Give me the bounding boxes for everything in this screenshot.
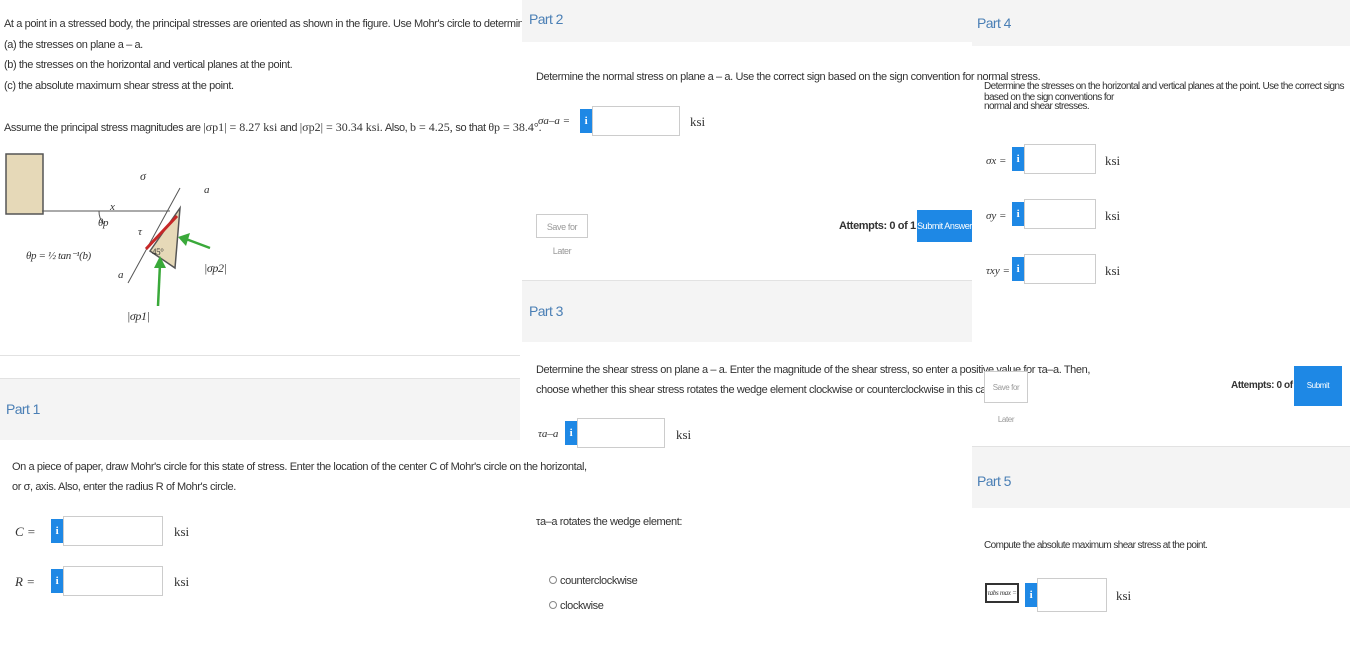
part4-instructions-line1: Determine the stresses on the horizontal… xyxy=(984,81,1344,103)
part5-header: Part 5 xyxy=(972,446,1350,508)
clockwise-radio[interactable] xyxy=(549,601,557,609)
part1-title: Part 1 xyxy=(6,401,40,417)
and-word: and xyxy=(279,122,298,134)
part1-c-unit: ksi xyxy=(174,524,190,539)
stress-figure: σ τ x θp a a 45° θp = ½ tan⁻¹(b) |σp1| |… xyxy=(5,153,227,323)
part3-tau-input[interactable] xyxy=(577,418,665,448)
part4-sx-unit: ksi xyxy=(1105,153,1121,168)
problem-assumption: Assume the principal stress magnitudes a… xyxy=(4,120,542,135)
part2-header: Part 2 xyxy=(522,0,972,42)
part4-txy-unit: ksi xyxy=(1105,263,1121,278)
sigma-p1-label: |σp1| xyxy=(127,309,150,323)
part4-title: Part 4 xyxy=(977,15,1011,31)
sp2-value: |σp2| = 30.34 ksi. xyxy=(299,120,383,134)
part3-unit: ksi xyxy=(676,427,692,442)
plane-a-top-label: a xyxy=(204,184,210,196)
counterclockwise-label[interactable]: counterclockwise xyxy=(560,575,638,587)
part1-r-input[interactable] xyxy=(63,566,163,596)
tau-label: τ xyxy=(138,226,143,238)
sigma-p1-arrow-shaft xyxy=(156,263,162,307)
plane-a-bottom-label: a xyxy=(118,269,124,281)
part4-save-for-later-button[interactable]: Save for Later xyxy=(984,371,1028,424)
part4-sx-input[interactable] xyxy=(1024,144,1096,174)
part3-rotates-text: τa–a rotates the wedge element: xyxy=(536,516,683,528)
section-divider xyxy=(0,355,520,356)
theta-formula: θp = ½ tan⁻¹(b) xyxy=(26,250,92,262)
part4-txy-input[interactable] xyxy=(1024,254,1096,284)
problem-item-a: (a) the stresses on plane a – a. xyxy=(4,39,143,51)
part2-save-for-later-button[interactable]: Save for Later xyxy=(536,214,588,256)
part2-submit-button[interactable]: Submit Answer xyxy=(917,210,972,242)
assume-lead: Assume the principal stress magnitudes a… xyxy=(4,122,201,134)
theta-p-label: θp xyxy=(98,217,109,229)
part4-sx-label: σx = xyxy=(986,155,1007,167)
part1-instructions-line1: On a piece of paper, draw Mohr's circle … xyxy=(12,461,587,473)
part3-title: Part 3 xyxy=(529,303,563,319)
part1-r-info-icon[interactable]: i xyxy=(51,569,63,593)
part4-submit-button[interactable]: Submit Answer xyxy=(1294,366,1342,430)
part4-sy-input[interactable] xyxy=(1024,199,1096,229)
part1-header: Part 1 xyxy=(0,378,520,440)
part4-header: Part 4 xyxy=(972,0,1350,46)
part5-unit: ksi xyxy=(1116,588,1132,603)
part3-header: Part 3 xyxy=(522,280,972,342)
part1-c-info-icon[interactable]: i xyxy=(51,519,63,543)
part4-sy-unit: ksi xyxy=(1105,208,1121,223)
part5-info-icon[interactable]: i xyxy=(1025,583,1037,607)
part2-sigma-input[interactable] xyxy=(592,106,680,136)
also-word: Also, xyxy=(384,122,408,134)
part1-instructions-line2: or σ, axis. Also, enter the radius R of … xyxy=(12,481,236,493)
sigma-axis-label: σ xyxy=(140,169,147,183)
part1-r-unit: ksi xyxy=(174,574,190,589)
part4-sy-info-icon[interactable]: i xyxy=(1012,202,1024,226)
problem-item-b: (b) the stresses on the horizontal and v… xyxy=(4,59,293,71)
part1-r-label: R = xyxy=(15,574,35,589)
theta-value: θp = 38.4°. xyxy=(488,120,542,134)
sigma-p2-arrow-shaft xyxy=(185,237,211,250)
part4-txy-label: τxy = xyxy=(986,265,1010,277)
stress-element-block xyxy=(5,153,44,215)
part2-unit: ksi xyxy=(690,114,706,129)
part3-tau-label: τa–a xyxy=(538,428,559,440)
counterclockwise-radio[interactable] xyxy=(549,576,557,584)
x-label: x xyxy=(109,201,115,213)
part1-c-input[interactable] xyxy=(63,516,163,546)
part4-txy-info-icon[interactable]: i xyxy=(1012,257,1024,281)
problem-item-c: (c) the absolute maximum shear stress at… xyxy=(4,80,234,92)
part5-instructions: Compute the absolute maximum shear stres… xyxy=(984,540,1208,551)
part2-instructions: Determine the normal stress on plane a –… xyxy=(536,71,1041,83)
problem-intro: At a point in a stressed body, the princ… xyxy=(4,18,532,30)
part2-title: Part 2 xyxy=(529,11,563,27)
part2-sigma-label: σa–a = xyxy=(538,115,571,127)
so-that-word: so that xyxy=(455,122,486,134)
part3-instructions-line2: choose whether this shear stress rotates… xyxy=(536,384,1000,396)
part5-tau-input[interactable] xyxy=(1037,578,1107,612)
part1-c-label: C = xyxy=(15,524,36,539)
part5-tau-label: τabs max = xyxy=(985,583,1019,603)
angle-label: 45° xyxy=(152,247,164,257)
sigma-p2-label: |σp2| xyxy=(204,261,227,275)
part4-instructions-line2: normal and shear stresses. xyxy=(984,101,1090,112)
part3-info-icon[interactable]: i xyxy=(565,421,577,445)
clockwise-label[interactable]: clockwise xyxy=(560,600,604,612)
b-value: b = 4.25, xyxy=(409,120,453,134)
sp1-value: |σp1| = 8.27 ksi xyxy=(203,120,278,134)
part4-sy-label: σy = xyxy=(986,210,1007,222)
part5-title: Part 5 xyxy=(977,473,1011,489)
part2-info-icon[interactable]: i xyxy=(580,109,592,133)
part4-sx-info-icon[interactable]: i xyxy=(1012,147,1024,171)
